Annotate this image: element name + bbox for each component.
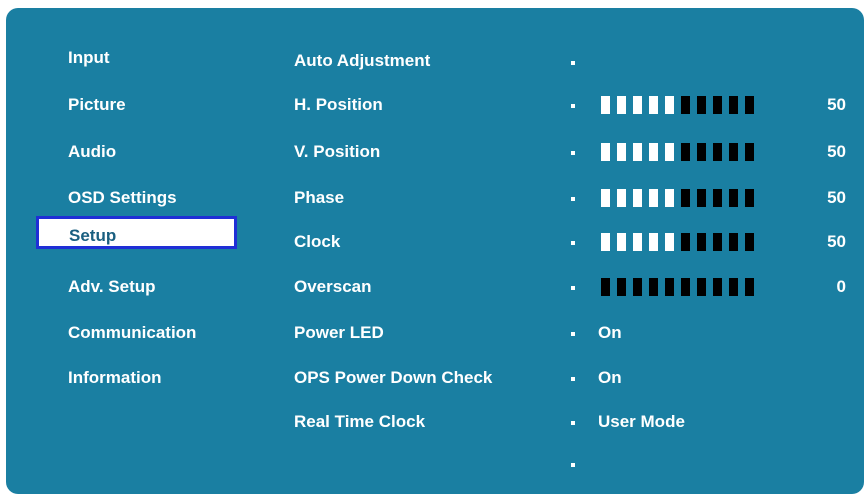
setting-h-position[interactable]: H. Position	[294, 92, 383, 118]
setting-auto-adjustment[interactable]: Auto Adjustment	[294, 48, 430, 74]
bar-segment-filled	[649, 233, 658, 251]
menu-item-input[interactable]: Input	[68, 45, 110, 71]
value-dot	[571, 241, 575, 245]
value-dot	[571, 61, 575, 65]
bar-segment-filled	[601, 143, 610, 161]
setting-overscan[interactable]: Overscan	[294, 274, 372, 300]
bar-segment-filled	[601, 96, 610, 114]
bar-segment-empty	[745, 233, 754, 251]
value-dot	[571, 421, 575, 425]
menu-item-adv-setup[interactable]: Adv. Setup	[68, 274, 156, 300]
value-dot	[571, 104, 575, 108]
value-dot	[571, 463, 575, 467]
bar-segment-filled	[633, 233, 642, 251]
bar-segment-empty	[713, 96, 722, 114]
setting-power-led[interactable]: Power LED	[294, 320, 384, 346]
value-dot	[571, 332, 575, 336]
h-position-value: 50	[827, 95, 846, 114]
bar-segment-empty	[617, 278, 626, 296]
value-dot	[571, 151, 575, 155]
setting-ops-power-down-check[interactable]: OPS Power Down Check	[294, 365, 492, 391]
bar-segment-filled	[617, 143, 626, 161]
h-position-slider[interactable]	[601, 96, 754, 114]
bar-segment-empty	[729, 278, 738, 296]
menu-item-picture[interactable]: Picture	[68, 92, 126, 118]
bar-segment-filled	[617, 189, 626, 207]
setting-real-time-clock[interactable]: Real Time Clock	[294, 409, 425, 435]
ops-power-down-check-value[interactable]: On	[598, 365, 622, 391]
bar-segment-filled	[633, 143, 642, 161]
bar-segment-empty	[633, 278, 642, 296]
bar-segment-empty	[745, 143, 754, 161]
bar-segment-empty	[729, 143, 738, 161]
phase-slider[interactable]	[601, 189, 754, 207]
bar-segment-empty	[729, 96, 738, 114]
bar-segment-empty	[697, 189, 706, 207]
value-dot	[571, 197, 575, 201]
value-dot	[571, 377, 575, 381]
bar-segment-empty	[665, 278, 674, 296]
value-dot	[571, 286, 575, 290]
bar-segment-empty	[745, 278, 754, 296]
bar-segment-empty	[697, 96, 706, 114]
real-time-clock-value[interactable]: User Mode	[598, 409, 685, 435]
menu-item-setup[interactable]: Setup	[36, 216, 237, 249]
bar-segment-filled	[665, 233, 674, 251]
bar-segment-empty	[745, 189, 754, 207]
bar-segment-empty	[697, 143, 706, 161]
bar-segment-filled	[665, 96, 674, 114]
bar-segment-empty	[681, 233, 690, 251]
menu-item-osd-settings[interactable]: OSD Settings	[68, 185, 177, 211]
menu-item-information[interactable]: Information	[68, 365, 162, 391]
bar-segment-empty	[729, 189, 738, 207]
bar-segment-empty	[713, 189, 722, 207]
bar-segment-empty	[681, 96, 690, 114]
menu-item-communication[interactable]: Communication	[68, 320, 196, 346]
bar-segment-filled	[617, 233, 626, 251]
v-position-value: 50	[827, 142, 846, 161]
bar-segment-empty	[713, 143, 722, 161]
bar-segment-empty	[729, 233, 738, 251]
overscan-slider[interactable]	[601, 278, 754, 296]
clock-slider[interactable]	[601, 233, 754, 251]
bar-segment-filled	[649, 189, 658, 207]
bar-segment-filled	[649, 96, 658, 114]
bar-segment-filled	[665, 143, 674, 161]
v-position-slider[interactable]	[601, 143, 754, 161]
bar-segment-empty	[745, 96, 754, 114]
bar-segment-empty	[713, 278, 722, 296]
setting-v-position[interactable]: V. Position	[294, 139, 380, 165]
bar-segment-empty	[713, 233, 722, 251]
bar-segment-filled	[617, 96, 626, 114]
bar-segment-empty	[697, 278, 706, 296]
bar-segment-empty	[649, 278, 658, 296]
bar-segment-empty	[697, 233, 706, 251]
bar-segment-filled	[665, 189, 674, 207]
phase-value: 50	[827, 188, 846, 207]
bar-segment-filled	[633, 96, 642, 114]
osd-menu-panel: Input Picture Audio OSD Settings Setup A…	[6, 8, 864, 494]
bar-segment-filled	[601, 233, 610, 251]
bar-segment-empty	[681, 143, 690, 161]
menu-item-audio[interactable]: Audio	[68, 139, 116, 165]
bar-segment-empty	[601, 278, 610, 296]
setting-clock[interactable]: Clock	[294, 229, 340, 255]
setting-phase[interactable]: Phase	[294, 185, 344, 211]
overscan-value: 0	[836, 277, 846, 296]
bar-segment-filled	[633, 189, 642, 207]
clock-value: 50	[827, 232, 846, 251]
bar-segment-empty	[681, 278, 690, 296]
bar-segment-filled	[601, 189, 610, 207]
bar-segment-filled	[649, 143, 658, 161]
power-led-value[interactable]: On	[598, 320, 622, 346]
bar-segment-empty	[681, 189, 690, 207]
